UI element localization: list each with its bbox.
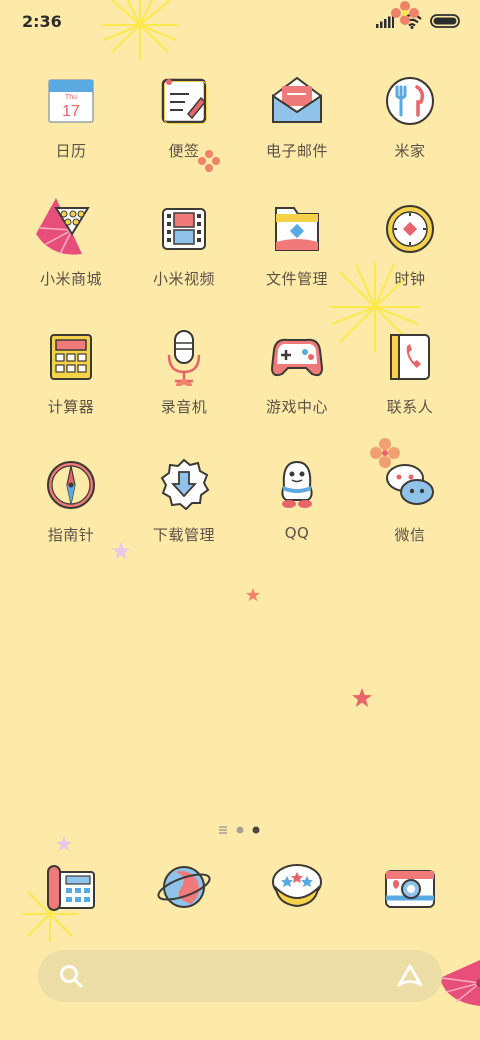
app-label: 游戏中心 <box>265 398 328 416</box>
calculator-icon <box>50 334 92 380</box>
app-clock[interactable]: 时钟 <box>355 200 465 289</box>
app-contacts[interactable]: 联系人 <box>355 328 465 417</box>
qq-icon <box>281 460 313 508</box>
app-row: Thu 17 日历 便签 电子邮件 米家 <box>0 72 480 182</box>
page-dot <box>236 826 244 834</box>
status-icons <box>376 12 460 30</box>
star-decoration <box>56 836 72 852</box>
dock-phone[interactable] <box>16 858 126 916</box>
wechat-icon <box>386 464 434 505</box>
app-calculator[interactable]: 计算器 <box>16 328 126 417</box>
mi-store-icon <box>36 198 90 255</box>
messages-icon <box>272 864 322 908</box>
status-time: 2:36 <box>22 12 62 31</box>
status-bar: 2:36 <box>0 0 480 42</box>
app-mi-store[interactable]: 小米商城 <box>16 198 126 289</box>
app-label: 电子邮件 <box>265 142 328 160</box>
recorder-icon <box>167 330 201 386</box>
dock-browser[interactable] <box>129 858 239 916</box>
app-recorder[interactable]: 录音机 <box>129 328 239 417</box>
dock-camera[interactable] <box>355 858 465 916</box>
app-wechat[interactable]: 微信 <box>355 456 465 545</box>
app-row: 指南针 下载管理 QQ 微信 <box>0 456 480 566</box>
app-email[interactable]: 电子邮件 <box>242 72 352 161</box>
app-download[interactable]: 下载管理 <box>129 456 239 545</box>
wifi-icon <box>402 13 422 29</box>
app-notes[interactable]: 便签 <box>129 72 239 161</box>
download-icon <box>160 458 210 511</box>
app-compass[interactable]: 指南针 <box>16 456 126 545</box>
app-label: 小米视频 <box>152 270 215 288</box>
star-decoration <box>246 588 260 602</box>
clock-icon <box>386 205 434 253</box>
signal-icon <box>376 14 394 28</box>
camera-icon <box>385 870 435 908</box>
phone-icon <box>47 865 95 911</box>
app-qq[interactable]: QQ <box>242 456 352 542</box>
app-label: 微信 <box>394 526 426 544</box>
app-label: QQ <box>284 524 310 542</box>
search-icon[interactable] <box>58 963 84 989</box>
app-row: 小米商城 小米视频 文件管理 时钟 <box>0 198 480 310</box>
app-label: 文件管理 <box>265 270 328 288</box>
compass-icon <box>47 461 95 509</box>
app-label: 米家 <box>394 142 426 160</box>
app-label: 计算器 <box>47 398 95 416</box>
page-dot-active <box>252 826 260 834</box>
email-icon <box>272 76 322 123</box>
app-file-manager[interactable]: 文件管理 <box>242 200 352 289</box>
battery-icon <box>430 14 460 28</box>
app-label: 联系人 <box>386 398 434 416</box>
dock <box>0 858 480 928</box>
app-calendar[interactable]: Thu 17 日历 <box>16 72 126 161</box>
app-label: 日历 <box>55 142 87 160</box>
app-label: 下载管理 <box>152 526 215 544</box>
page-indicator[interactable] <box>0 822 480 838</box>
app-label: 时钟 <box>394 270 426 288</box>
app-label: 指南针 <box>47 526 95 544</box>
app-label: 录音机 <box>160 398 208 416</box>
app-game-center[interactable]: 游戏中心 <box>242 328 352 417</box>
dock-messages[interactable] <box>242 858 352 916</box>
star-decoration <box>352 688 372 707</box>
game-center-icon <box>270 338 324 377</box>
assistant-icon[interactable] <box>396 962 424 990</box>
mijia-icon <box>386 77 434 125</box>
contacts-icon <box>390 334 430 380</box>
app-mijia[interactable]: 米家 <box>355 72 465 161</box>
app-label: 小米商城 <box>39 270 102 288</box>
app-video[interactable]: 小米视频 <box>129 200 239 289</box>
svg-text:Thu: Thu <box>65 94 77 101</box>
svg-text:17: 17 <box>62 103 80 120</box>
file-manager-icon <box>275 207 319 251</box>
page-dot-menu <box>219 826 227 834</box>
browser-icon <box>157 866 211 908</box>
notes-icon <box>161 78 207 124</box>
video-icon <box>162 208 206 250</box>
calendar-icon: Thu 17 <box>48 79 94 123</box>
search-bar[interactable] <box>38 950 442 1002</box>
fan-decoration <box>440 960 480 1006</box>
app-row: 计算器 录音机 游戏中心 联系人 <box>0 328 480 438</box>
app-label: 便签 <box>168 142 200 160</box>
